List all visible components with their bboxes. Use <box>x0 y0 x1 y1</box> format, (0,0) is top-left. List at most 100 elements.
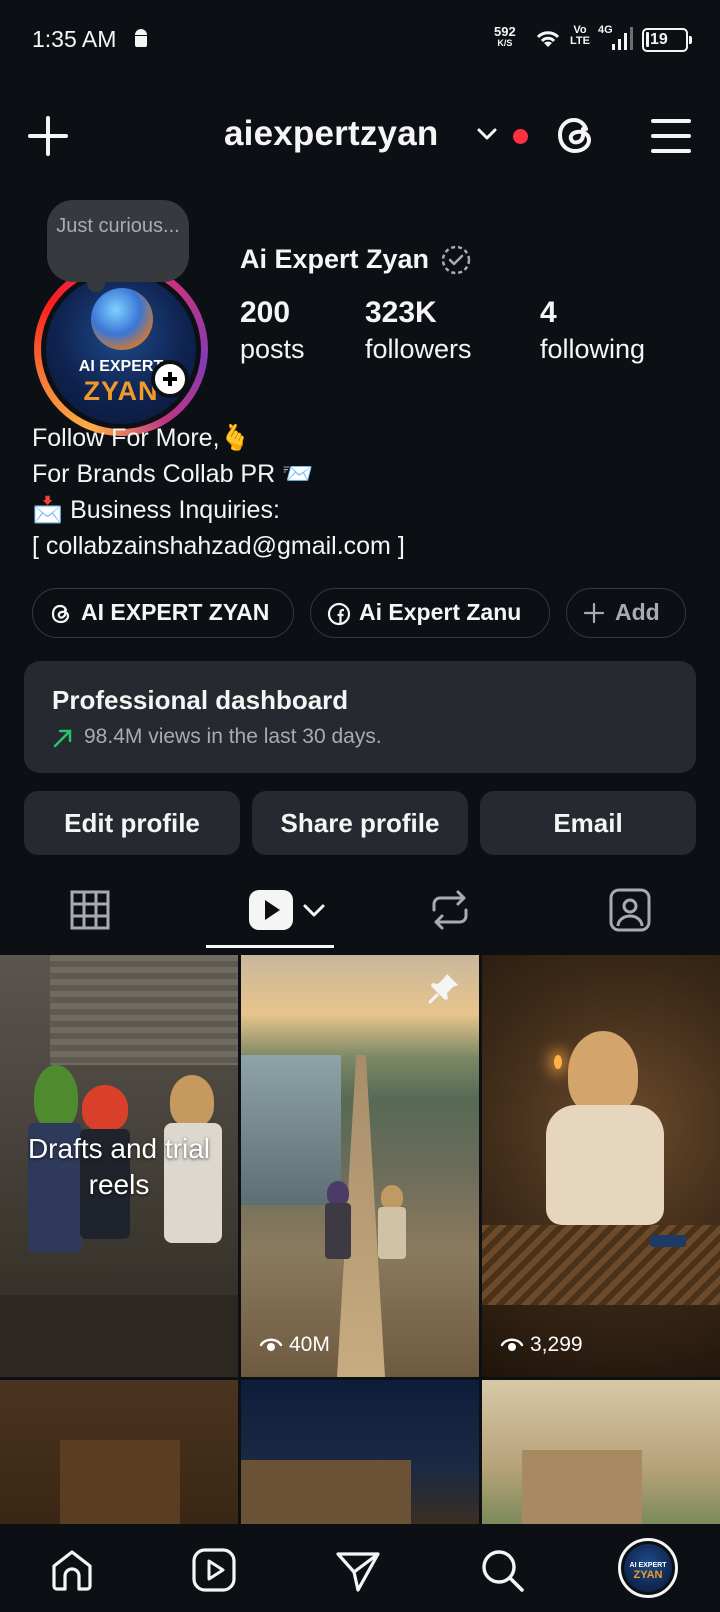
bio-email[interactable]: [ collabzainshahzad@gmail.com ] <box>32 528 405 564</box>
threads-icon <box>51 604 70 624</box>
link-chip-threads[interactable]: AI EXPERT ZYAN <box>32 588 294 638</box>
profile-nav-avatar[interactable]: AI EXPERT ZYAN <box>618 1538 678 1598</box>
floor-graphic <box>0 1295 238 1377</box>
chevron-down-icon[interactable] <box>476 126 498 142</box>
figure-body <box>378 1207 406 1259</box>
view-count-value: 3,299 <box>530 1333 583 1356</box>
figure-cucumber <box>34 1065 78 1129</box>
shutter-graphic <box>50 955 238 1065</box>
username[interactable]: aiexpertzyan <box>224 114 438 154</box>
figure-body <box>325 1203 351 1259</box>
notification-dot <box>513 129 528 144</box>
reel-tile[interactable]: 40M <box>241 955 479 1377</box>
verified-badge-icon[interactable] <box>440 244 472 276</box>
figure-body <box>546 1105 664 1225</box>
display-name: Ai Expert Zyan <box>240 244 430 274</box>
trend-up-icon <box>53 729 72 748</box>
chevron-down-icon[interactable] <box>302 902 326 920</box>
stat-posts-value: 200 <box>240 296 291 329</box>
curtain-graphic <box>60 1440 180 1524</box>
eye-icon <box>500 1339 524 1352</box>
status-time: 1:35 AM <box>32 26 117 52</box>
create-plus-icon[interactable] <box>26 114 70 158</box>
lamp-graphic <box>554 1055 562 1069</box>
link-chip-label: AI EXPERT ZYAN <box>81 599 270 625</box>
bio-line: 📩 Business Inquiries: <box>32 496 280 524</box>
menu-icon[interactable] <box>650 116 692 156</box>
search-icon[interactable] <box>478 1546 526 1594</box>
volte-indicator: Vo LTE <box>570 25 590 47</box>
status-bar: 1:35 AM 592 K/S Vo LTE 4G 19 <box>0 0 720 80</box>
bio-line: Follow For More,🫰 <box>32 424 251 452</box>
reel-tile[interactable] <box>482 1380 720 1524</box>
threads-icon[interactable] <box>553 112 599 158</box>
net-speed-value: 592 <box>494 24 516 39</box>
phone-graphic <box>650 1235 686 1247</box>
stat-following-label: following <box>540 334 646 364</box>
profile-tabs <box>0 870 720 952</box>
reel-tile[interactable] <box>0 1380 238 1524</box>
stat-following[interactable]: 4 following <box>540 296 645 365</box>
dashboard-subtitle: 98.4M views in the last 30 days. <box>84 725 382 748</box>
stat-followers[interactable]: 323K followers <box>365 296 472 365</box>
view-count-value: 40M <box>289 1333 330 1356</box>
figure-potato <box>381 1185 403 1209</box>
edit-profile-button[interactable]: Edit profile <box>24 791 240 855</box>
add-story-button[interactable] <box>151 360 189 398</box>
professional-dashboard[interactable]: Professional dashboard 98.4M views in th… <box>24 661 696 773</box>
dashboard-title: Professional dashboard <box>52 685 349 715</box>
stat-posts-label: posts <box>240 334 305 364</box>
avatar-text-bottom: ZYAN <box>633 1569 663 1581</box>
link-chip-facebook[interactable]: Ai Expert Zanu <box>310 588 550 638</box>
tagged-icon[interactable] <box>608 886 652 934</box>
reposts-icon[interactable] <box>428 886 472 934</box>
figure-tomato <box>82 1085 128 1131</box>
net-speed: 592 K/S <box>494 25 516 48</box>
avatar-brain-graphic <box>91 288 153 350</box>
share-profile-button[interactable]: Share profile <box>252 791 468 855</box>
add-link-label: Add <box>615 599 660 625</box>
note-bubble[interactable]: Just curious... <box>47 200 189 292</box>
profile-header: aiexpertzyan <box>0 100 720 172</box>
grid-icon[interactable] <box>70 886 110 934</box>
reel-tile[interactable] <box>241 1380 479 1524</box>
view-count: 3,299 <box>500 1333 583 1357</box>
village-graphic <box>522 1450 642 1524</box>
figure-eggplant <box>327 1181 349 1205</box>
plus-icon <box>583 602 605 624</box>
add-link-button[interactable]: Add <box>566 588 686 638</box>
send-icon[interactable] <box>334 1546 382 1594</box>
note-text: Just curious... <box>56 215 180 237</box>
stat-posts[interactable]: 200 posts <box>240 296 305 365</box>
stat-following-value: 4 <box>540 296 557 329</box>
bio: Follow For More,🫰 For Brands Collab PR 📨… <box>32 420 405 564</box>
eye-icon <box>259 1339 283 1352</box>
figure-potato <box>170 1075 214 1127</box>
battery-indicator: 19 <box>642 28 692 52</box>
stat-followers-label: followers <box>365 334 472 364</box>
pin-icon <box>428 974 458 1004</box>
drafts-tile[interactable]: Drafts and trial reels <box>0 955 238 1377</box>
email-button[interactable]: Email <box>480 791 696 855</box>
signal-icon <box>612 27 633 50</box>
avatar-image: AI EXPERT ZYAN <box>46 274 196 424</box>
net-speed-unit: K/S <box>497 38 513 48</box>
facebook-icon <box>327 602 351 626</box>
link-chip-label: Ai Expert Zanu <box>359 599 522 625</box>
reel-tile[interactable]: 3,299 <box>482 955 720 1377</box>
avatar: AI EXPERT ZYAN <box>624 1544 672 1592</box>
figure-potato <box>568 1031 638 1115</box>
canal-graphic <box>241 1055 341 1205</box>
reels-nav-icon[interactable] <box>190 1546 238 1594</box>
house-graphic <box>241 1460 411 1524</box>
stat-followers-value: 323K <box>365 296 437 329</box>
drafts-label: Drafts and trial reels <box>27 1133 211 1200</box>
home-icon[interactable] <box>48 1546 96 1594</box>
reels-icon[interactable] <box>247 886 295 934</box>
wifi-icon <box>536 31 560 47</box>
view-count: 40M <box>259 1333 330 1357</box>
avatar[interactable]: AI EXPERT ZYAN <box>34 262 208 436</box>
android-icon <box>135 29 147 47</box>
volte-bottom: LTE <box>570 35 590 47</box>
avatar-text-top: AI EXPERT <box>629 1562 667 1569</box>
